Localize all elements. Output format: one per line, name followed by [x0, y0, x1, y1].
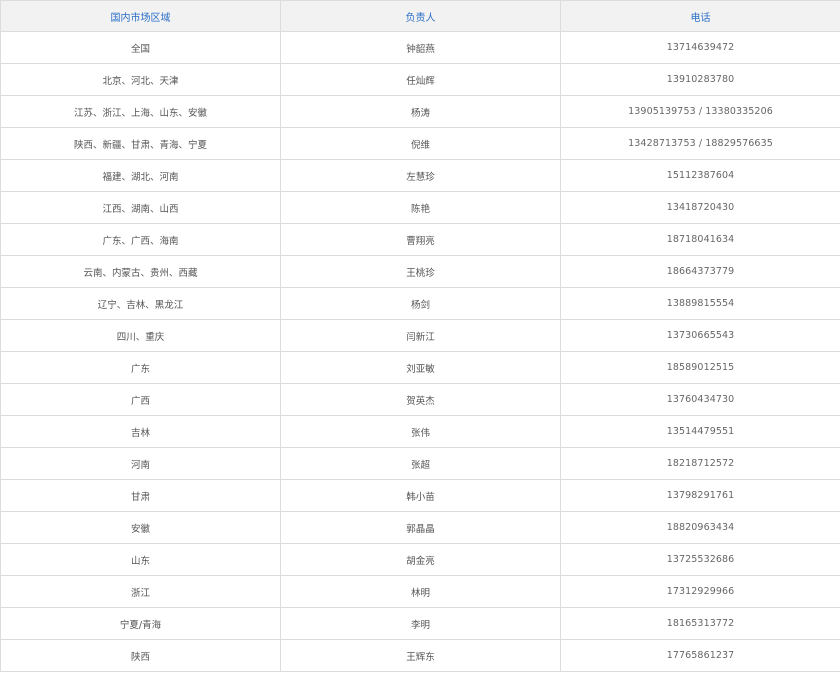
- person-cell: 郭晶晶: [280, 511, 561, 544]
- table-row: 辽宁、吉林、黑龙江 杨剑 13889815554: [0, 287, 840, 320]
- phone-cell: 17765861237: [560, 639, 840, 672]
- person-cell: 林明: [280, 575, 561, 608]
- table-row: 福建、湖北、河南 左慧珍 15112387604: [0, 159, 840, 192]
- region-cell: 吉林: [0, 415, 281, 448]
- table-row: 云南、内蒙古、贵州、西藏 王桃珍 18664373779: [0, 255, 840, 288]
- phone-cell: 13910283780: [560, 63, 840, 96]
- phone-cell: 18589012515: [560, 351, 840, 384]
- person-cell: 陈艳: [280, 191, 561, 224]
- person-cell: 倪维: [280, 127, 561, 160]
- region-cell: 云南、内蒙古、贵州、西藏: [0, 255, 281, 288]
- person-cell: 王辉东: [280, 639, 561, 672]
- region-column-header: 国内市场区域: [0, 0, 281, 32]
- region-cell: 辽宁、吉林、黑龙江: [0, 287, 281, 320]
- person-cell: 曹翔亮: [280, 223, 561, 256]
- phone-column-header: 电话: [560, 0, 840, 32]
- person-column-header: 负责人: [280, 0, 561, 32]
- table-row: 广东 刘亚敏 18589012515: [0, 351, 840, 384]
- phone-cell: 13714639472: [560, 31, 840, 64]
- table-row: 浙江 林明 17312929966: [0, 575, 840, 608]
- region-cell: 山东: [0, 543, 281, 576]
- phone-cell: 13905139753 / 13380335206: [560, 95, 840, 128]
- phone-cell: 17312929966: [560, 575, 840, 608]
- region-cell: 广东: [0, 351, 281, 384]
- table-row: 陕西、新疆、甘肃、青海、宁夏 倪维 13428713753 / 1882957663…: [0, 127, 840, 160]
- phone-cell: 18218712572: [560, 447, 840, 480]
- table-row: 四川、重庆 闫新江 13730665543: [0, 319, 840, 352]
- phone-cell: 18165313772: [560, 607, 840, 640]
- region-cell: 四川、重庆: [0, 319, 281, 352]
- phone-cell: 13418720430: [560, 191, 840, 224]
- phone-cell: 13889815554: [560, 287, 840, 320]
- person-cell: 王桃珍: [280, 255, 561, 288]
- person-cell: 左慧珍: [280, 159, 561, 192]
- phone-cell: 15112387604: [560, 159, 840, 192]
- region-cell: 广东、广西、海南: [0, 223, 281, 256]
- region-cell: 广西: [0, 383, 281, 416]
- region-cell: 江苏、浙江、上海、山东、安徽: [0, 95, 281, 128]
- phone-cell: 18820963434: [560, 511, 840, 544]
- table-row: 广西 贺英杰 13760434730: [0, 383, 840, 416]
- region-cell: 浙江: [0, 575, 281, 608]
- person-cell: 贺英杰: [280, 383, 561, 416]
- phone-cell: 13798291761: [560, 479, 840, 512]
- person-cell: 张超: [280, 447, 561, 480]
- person-cell: 张伟: [280, 415, 561, 448]
- person-cell: 刘亚敏: [280, 351, 561, 384]
- region-cell: 甘肃: [0, 479, 281, 512]
- table-row: 安徽 郭晶晶 18820963434: [0, 511, 840, 544]
- phone-cell: 18664373779: [560, 255, 840, 288]
- region-cell: 江西、湖南、山西: [0, 191, 281, 224]
- table-row: 江西、湖南、山西 陈艳 13418720430: [0, 191, 840, 224]
- table-row: 全国 钟韶燕 13714639472: [0, 31, 840, 64]
- region-cell: 全国: [0, 31, 281, 64]
- region-cell: 陕西、新疆、甘肃、青海、宁夏: [0, 127, 281, 160]
- table-row: 山东 胡金亮 13725532686: [0, 543, 840, 576]
- phone-cell: 18718041634: [560, 223, 840, 256]
- person-cell: 胡金亮: [280, 543, 561, 576]
- person-cell: 钟韶燕: [280, 31, 561, 64]
- person-cell: 杨涛: [280, 95, 561, 128]
- region-cell: 福建、湖北、河南: [0, 159, 281, 192]
- person-cell: 任灿辉: [280, 63, 561, 96]
- table-row: 北京、河北、天津 任灿辉 13910283780: [0, 63, 840, 96]
- phone-cell: 13730665543: [560, 319, 840, 352]
- person-cell: 韩小苗: [280, 479, 561, 512]
- table-row: 河南 张超 18218712572: [0, 447, 840, 480]
- table-row: 宁夏/青海 李明 18165313772: [0, 607, 840, 640]
- phone-cell: 13760434730: [560, 383, 840, 416]
- region-cell: 宁夏/青海: [0, 607, 281, 640]
- person-cell: 李明: [280, 607, 561, 640]
- person-cell: 闫新江: [280, 319, 561, 352]
- table-row: 吉林 张伟 13514479551: [0, 415, 840, 448]
- region-cell: 北京、河北、天津: [0, 63, 281, 96]
- region-cell: 安徽: [0, 511, 281, 544]
- person-cell: 杨剑: [280, 287, 561, 320]
- table-body: 全国 钟韶燕 13714639472 北京、河北、天津 任灿辉 13910283780 江苏…: [0, 31, 840, 672]
- table-row: 甘肃 韩小苗 13798291761: [0, 479, 840, 512]
- table-row: 江苏、浙江、上海、山东、安徽 杨涛 13905139753 / 1338033520…: [0, 95, 840, 128]
- region-cell: 陕西: [0, 639, 281, 672]
- table-row: 广东、广西、海南 曹翔亮 18718041634: [0, 223, 840, 256]
- phone-cell: 13514479551: [560, 415, 840, 448]
- phone-cell: 13428713753 / 18829576635: [560, 127, 840, 160]
- contact-table: 国内市场区域 负责人 电话 全国 钟韶燕 13714639472 北京、河北、天津 任灿…: [0, 0, 840, 672]
- table-row: 陕西 王辉东 17765861237: [0, 639, 840, 672]
- table-header-row: 国内市场区域 负责人 电话: [0, 0, 840, 32]
- phone-cell: 13725532686: [560, 543, 840, 576]
- region-cell: 河南: [0, 447, 281, 480]
